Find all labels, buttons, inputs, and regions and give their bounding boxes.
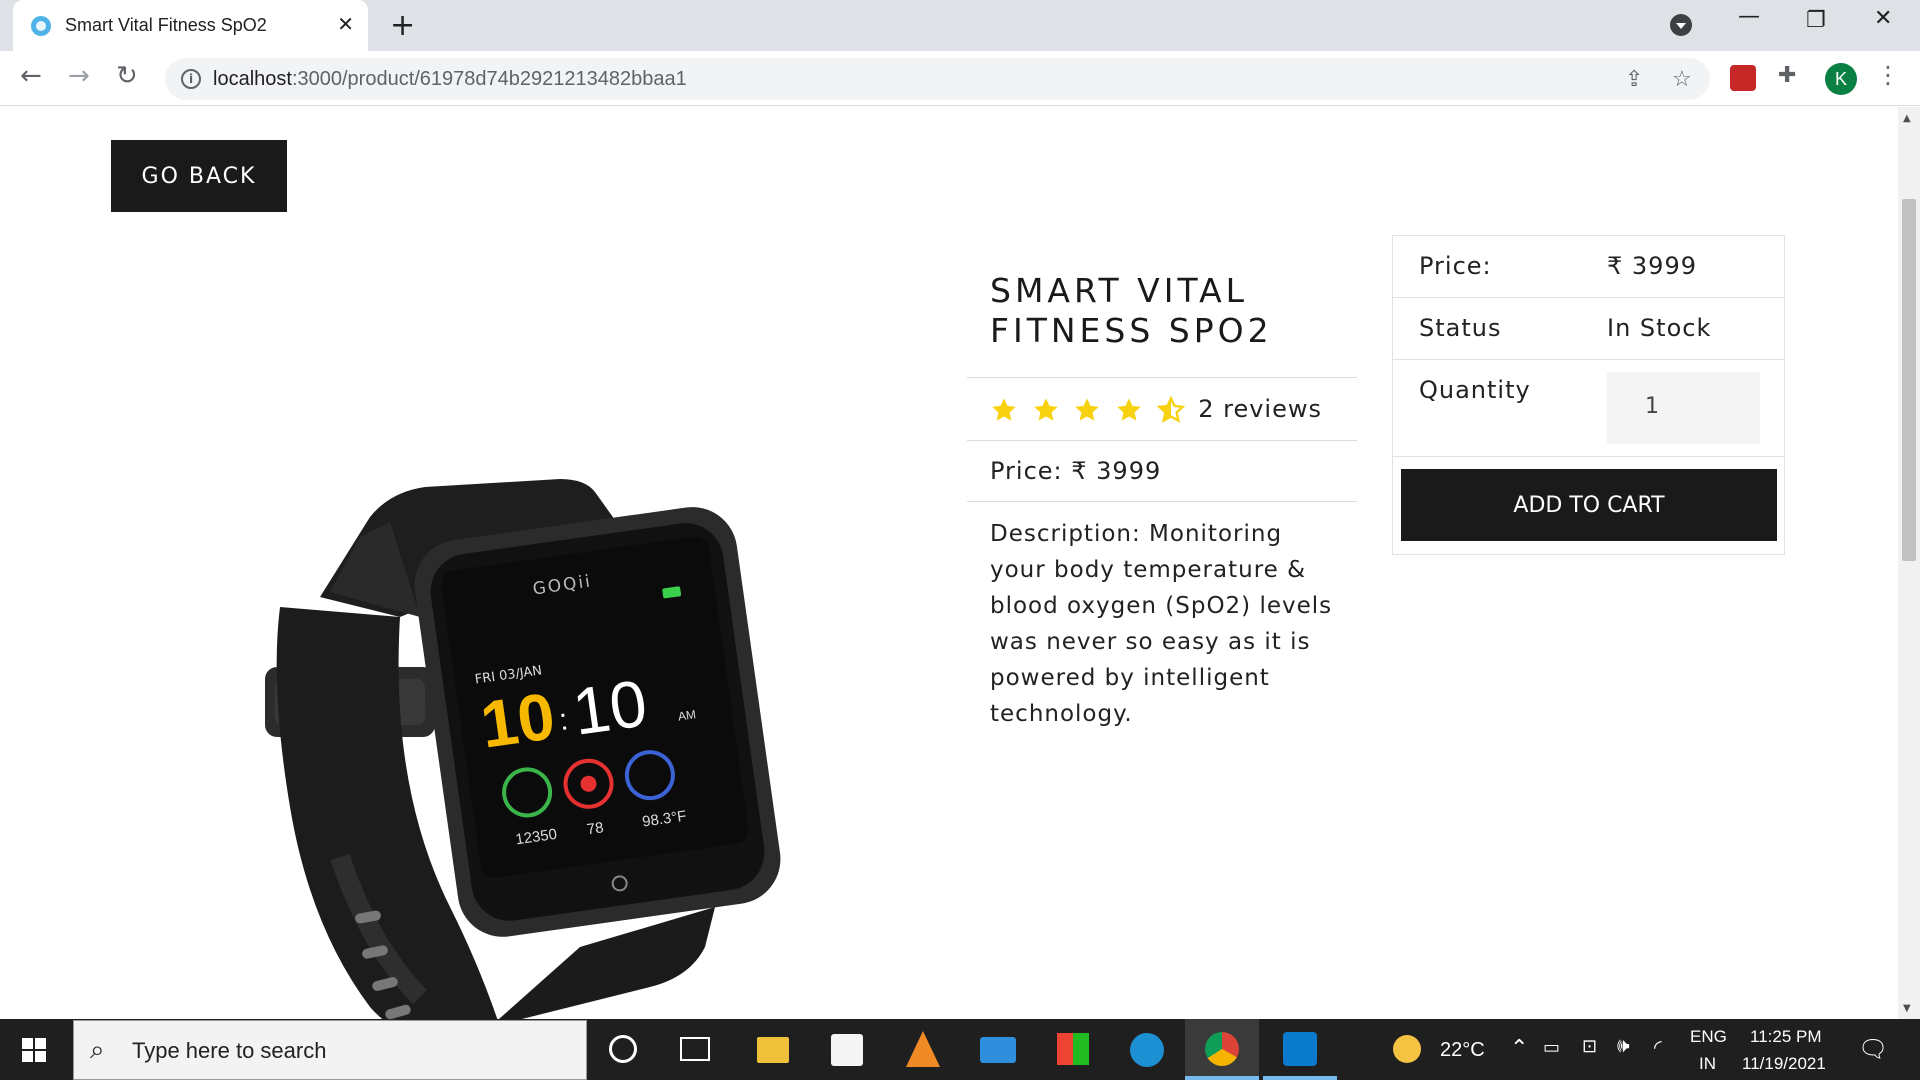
- tab-title: Smart Vital Fitness SpO2: [65, 15, 267, 35]
- new-tab-button[interactable]: +: [390, 8, 415, 43]
- page-scrollbar[interactable]: ▲ ▼: [1898, 107, 1920, 1019]
- watch-ampm: AM: [677, 707, 697, 723]
- go-back-button[interactable]: GO BACK: [111, 140, 287, 212]
- puzzle-icon[interactable]: ✚: [1778, 63, 1796, 88]
- scroll-thumb[interactable]: [1902, 199, 1916, 561]
- quantity-select[interactable]: 1: [1607, 372, 1760, 444]
- card-status-row: Status In Stock: [1393, 298, 1784, 360]
- volume-icon[interactable]: 🕪: [1617, 1035, 1630, 1058]
- close-window-icon[interactable]: ✕: [1874, 6, 1892, 31]
- back-arrow-icon[interactable]: ←: [20, 61, 42, 91]
- price-row: Price: ₹ 3999: [967, 439, 1357, 501]
- star-half-icon: [1156, 395, 1185, 423]
- product-info: Smart Vital Fitness SpO2 2 reviews Price…: [967, 257, 1357, 748]
- add-to-cart-button[interactable]: ADD TO CART: [1401, 469, 1777, 541]
- watch-hour: 10: [476, 678, 559, 761]
- product-title: Smart Vital Fitness SpO2: [990, 271, 1273, 350]
- taskbar-search-input[interactable]: ⌕ Type here to search: [73, 1020, 587, 1080]
- favicon-icon: [31, 16, 51, 36]
- product-page: GO BACK GOQii FRI 03/JAN 10 : 10 AM 1235…: [0, 107, 1898, 1019]
- url-text[interactable]: localhost:3000/product/61978d74b29212134…: [213, 68, 687, 91]
- clock-time[interactable]: 11:25 PM: [1750, 1027, 1822, 1047]
- search-placeholder: Type here to search: [132, 1038, 327, 1063]
- browser-tab-strip: Smart Vital Fitness SpO2 ✕ + — ❐ ✕: [0, 0, 1920, 51]
- windows-taskbar: ⌕ Type here to search 22°C ⌃ ▭ ⊡ 🕪 ◜ ENG…: [0, 1019, 1920, 1080]
- status-value: In Stock: [1607, 314, 1712, 342]
- chrome-icon[interactable]: [1205, 1032, 1239, 1066]
- card-quantity-row: Quantity 1: [1393, 360, 1784, 457]
- minimize-icon[interactable]: —: [1738, 4, 1760, 29]
- profile-avatar[interactable]: K: [1825, 63, 1857, 95]
- watch-minute: 10: [568, 665, 651, 748]
- scroll-down-icon[interactable]: ▼: [1903, 1003, 1911, 1014]
- store-icon[interactable]: [831, 1034, 863, 1066]
- scroll-up-icon[interactable]: ▲: [1903, 113, 1911, 124]
- info-icon[interactable]: i: [181, 69, 201, 89]
- file-explorer-icon[interactable]: [757, 1037, 789, 1063]
- clock-date[interactable]: 11/19/2021: [1742, 1054, 1826, 1074]
- search-icon: ⌕: [90, 1035, 105, 1065]
- cortana-icon[interactable]: [609, 1035, 637, 1063]
- forward-arrow-icon[interactable]: →: [68, 61, 90, 91]
- product-image: GOQii FRI 03/JAN 10 : 10 AM 12350 78 98.…: [265, 479, 781, 1019]
- extension-icon[interactable]: [1730, 65, 1756, 91]
- mail-icon[interactable]: [980, 1037, 1016, 1063]
- language-line1[interactable]: ENG: [1690, 1027, 1727, 1047]
- wifi-icon[interactable]: ◜: [1654, 1035, 1662, 1060]
- weather-moon-icon: [1393, 1035, 1421, 1063]
- star-full-icon: [1117, 397, 1141, 421]
- task-view-icon[interactable]: [680, 1037, 710, 1061]
- network-status-icon[interactable]: ⊡: [1582, 1036, 1597, 1057]
- price-label: Price:: [1419, 252, 1492, 280]
- menu-icon[interactable]: ⋮: [1876, 61, 1900, 89]
- address-bar[interactable]: i localhost:3000/product/61978d74b292121…: [165, 58, 1710, 100]
- tab-search-icon[interactable]: [1670, 14, 1692, 36]
- tray-chevron-icon[interactable]: ⌃: [1510, 1035, 1528, 1061]
- purchase-card: Price: ₹ 3999 Status In Stock Quantity 1…: [1392, 235, 1785, 555]
- weather-temp[interactable]: 22°C: [1440, 1039, 1485, 1062]
- quantity-label: Quantity: [1419, 376, 1531, 404]
- office-icon[interactable]: [1057, 1033, 1089, 1065]
- vscode-icon[interactable]: [1283, 1032, 1317, 1066]
- star-full-icon: [1075, 397, 1099, 421]
- edge-icon[interactable]: [1130, 1033, 1164, 1067]
- vscode-active-indicator: [1263, 1076, 1337, 1080]
- status-label: Status: [1419, 314, 1502, 342]
- star-full-icon: [992, 397, 1016, 421]
- vlc-icon[interactable]: [906, 1031, 940, 1067]
- card-price-row: Price: ₹ 3999: [1393, 236, 1784, 298]
- product-description: Description: Monitoring your body temper…: [967, 500, 1357, 748]
- share-icon[interactable]: ⇪: [1625, 67, 1643, 92]
- bookmark-star-icon[interactable]: ☆: [1672, 67, 1692, 92]
- watch-heart: 78: [586, 819, 605, 838]
- reviews-count: 2 reviews: [1198, 395, 1322, 423]
- language-line2[interactable]: IN: [1699, 1054, 1716, 1074]
- battery-icon[interactable]: ▭: [1543, 1037, 1560, 1058]
- browser-toolbar: ← → ↻ i localhost:3000/product/61978d74b…: [0, 51, 1920, 106]
- chrome-active-indicator: [1185, 1076, 1259, 1080]
- browser-tab[interactable]: Smart Vital Fitness SpO2 ✕: [13, 0, 368, 51]
- rating-row: 2 reviews: [967, 377, 1357, 440]
- rating-stars: [990, 395, 1190, 424]
- reload-icon[interactable]: ↻: [116, 61, 138, 91]
- restore-icon[interactable]: ❐: [1806, 8, 1826, 33]
- price-value: ₹ 3999: [1607, 252, 1697, 280]
- windows-start-icon[interactable]: [22, 1038, 46, 1062]
- star-full-icon: [1033, 397, 1058, 421]
- notification-icon[interactable]: 🗨: [1858, 1035, 1888, 1064]
- close-tab-icon[interactable]: ✕: [337, 12, 354, 36]
